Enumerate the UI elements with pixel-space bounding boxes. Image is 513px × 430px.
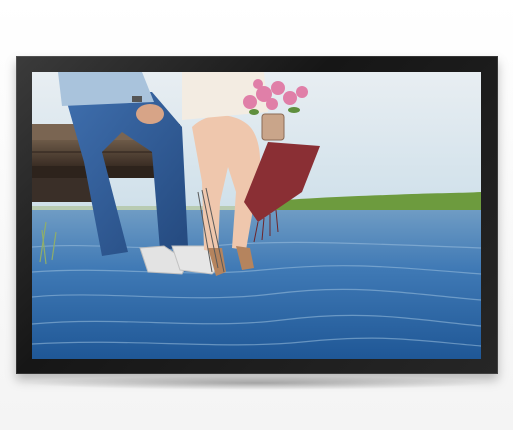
man-hands [136,104,164,124]
framed-photo [32,72,481,359]
photo-scene [32,72,481,359]
frame-drop-shadow [22,376,492,390]
wristwatch [132,96,142,102]
